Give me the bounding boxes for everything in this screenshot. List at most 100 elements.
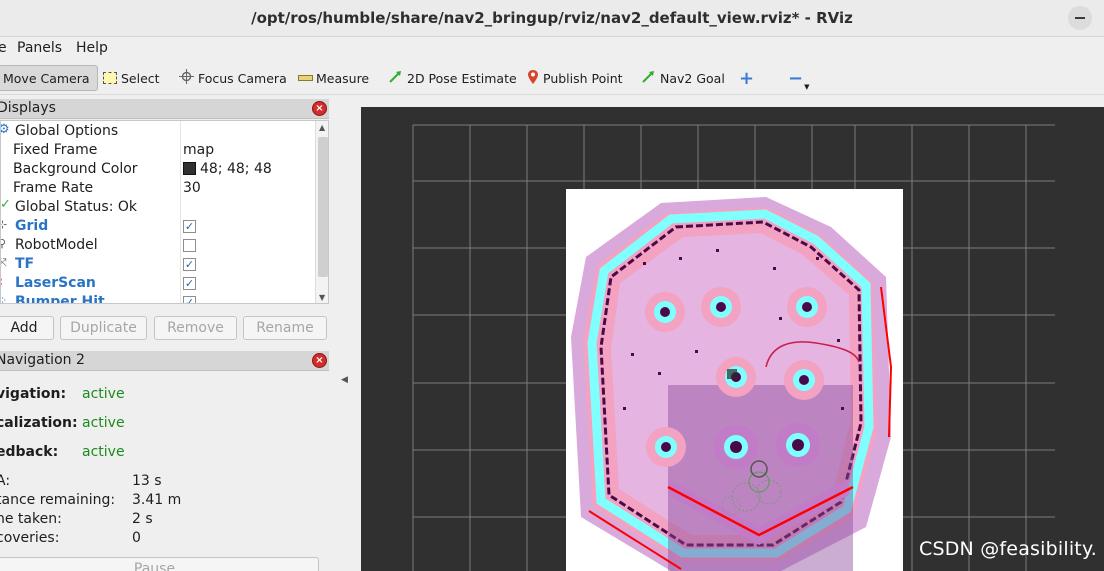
close-icon[interactable]: ×	[312, 353, 327, 368]
background-color-text: 48; 48; 48	[200, 161, 272, 177]
measure-label: Measure	[316, 70, 370, 86]
minimize-button[interactable]	[1068, 6, 1092, 30]
minimize-icon	[1075, 17, 1085, 19]
focus-camera-icon	[179, 69, 194, 87]
nav2-goal-label: Nav2 Goal	[660, 70, 725, 86]
add-display-button[interactable]: Add	[0, 316, 54, 340]
bumper-hit-checkbox[interactable]: ✓	[183, 296, 196, 303]
time-taken-value: 2 s	[132, 511, 153, 527]
recoveries-value: 0	[132, 530, 141, 546]
gear-icon: ⚙	[1, 122, 10, 137]
tf-icon: ⤧	[1, 256, 7, 270]
navigation-panel-header: Navigation 2 ×	[0, 351, 329, 371]
green-arrow-icon	[641, 69, 656, 87]
publish-point-tool[interactable]: Publish Point	[527, 65, 623, 91]
recoveries-label: coveries:	[0, 530, 60, 546]
menu-panels[interactable]: Panels	[17, 40, 62, 56]
tree-row-tf[interactable]: ⤧ TF ✓	[1, 255, 315, 274]
rename-button[interactable]: Rename	[243, 316, 327, 340]
tree-row-robotmodel[interactable]: ⚲ RobotModel	[1, 236, 315, 255]
green-arrow-icon	[388, 69, 403, 87]
focus-camera-label: Focus Camera	[198, 70, 287, 86]
laserscan-checkbox[interactable]: ✓	[183, 277, 196, 290]
tree-row-global-status[interactable]: ✓ Global Status: Ok	[1, 197, 315, 217]
robotmodel-checkbox[interactable]	[183, 239, 196, 252]
ruler-icon	[298, 75, 313, 81]
window-title: /opt/ros/humble/share/nav2_bringup/rviz/…	[251, 9, 853, 27]
toolbar: Move Camera Select Focus Camera Measure …	[0, 61, 1104, 95]
pause-button[interactable]: Pause	[0, 557, 319, 571]
displays-scrollbar[interactable]: ▲ ▼	[315, 121, 328, 303]
fixed-frame-value[interactable]: map	[183, 142, 214, 158]
grid-icon: ⊹	[1, 218, 7, 231]
tree-label: Background Color	[13, 161, 138, 177]
close-icon[interactable]: ×	[312, 101, 327, 116]
menu-bar: e Panels Help	[0, 37, 1104, 61]
move-camera-tool[interactable]: Move Camera	[0, 65, 98, 91]
tree-row-fixed-frame[interactable]: Fixed Frame map	[1, 141, 315, 160]
background-color-value[interactable]: 48; 48; 48	[183, 161, 272, 177]
collapse-arrow-icon[interactable]: ◀	[341, 375, 348, 385]
tree-row-bumper-hit[interactable]: ⁘ Bumper Hit ✓	[1, 293, 315, 304]
move-camera-label: Move Camera	[3, 70, 90, 86]
eta-value: 13 s	[132, 473, 162, 489]
time-taken-label: ne taken:	[0, 511, 62, 527]
navigation-status-label: vigation:	[0, 386, 67, 402]
navigation-title: Navigation 2	[0, 352, 85, 368]
title-bar: /opt/ros/humble/share/nav2_bringup/rviz/…	[0, 0, 1104, 37]
bumper-icon: ⁘	[1, 294, 7, 303]
map-pin-icon	[527, 69, 539, 88]
watermark-text: CSDN @feasibility.	[919, 538, 1097, 560]
menu-help[interactable]: Help	[76, 40, 108, 56]
scroll-down-icon[interactable]: ▼	[319, 293, 325, 302]
select-icon	[103, 72, 117, 84]
localization-status-label: calization:	[0, 415, 78, 431]
frame-rate-value[interactable]: 30	[183, 180, 201, 196]
tree-row-grid[interactable]: ⊹ Grid ✓	[1, 217, 315, 236]
scroll-up-icon[interactable]: ▲	[319, 123, 325, 132]
remove-button[interactable]: Remove	[154, 316, 237, 340]
tree-label: Bumper Hit	[15, 294, 105, 304]
feedback-status-label: edback:	[0, 444, 59, 460]
tree-label: LaserScan	[15, 275, 96, 291]
duplicate-button[interactable]: Duplicate	[60, 316, 147, 340]
tree-label: TF	[15, 256, 35, 272]
robot-icon: ⚲	[1, 237, 6, 250]
map-render	[412, 124, 1055, 571]
tree-row-frame-rate[interactable]: Frame Rate 30	[1, 179, 315, 198]
color-swatch	[183, 162, 196, 175]
pose-estimate-tool[interactable]: 2D Pose Estimate	[388, 65, 517, 91]
tree-label: Fixed Frame	[13, 142, 98, 158]
menu-file[interactable]: e	[0, 40, 7, 56]
tree-label: Global Status: Ok	[15, 199, 138, 215]
plus-icon: +	[739, 67, 755, 89]
rviz-3d-viewport[interactable]	[361, 107, 1104, 571]
displays-title: Displays	[0, 100, 56, 116]
minus-icon: −	[788, 67, 804, 89]
displays-tree: ⚙ Global Options Fixed Frame map Backgro…	[0, 120, 329, 304]
pose-estimate-label: 2D Pose Estimate	[407, 70, 517, 86]
add-tool-button[interactable]: +	[739, 65, 754, 91]
focus-camera-tool[interactable]: Focus Camera	[179, 65, 287, 91]
nav2-goal-tool[interactable]: Nav2 Goal	[641, 65, 725, 91]
distance-remaining-label: tance remaining:	[0, 492, 116, 508]
displays-panel-header: Displays ×	[0, 99, 329, 119]
tree-row-background-color[interactable]: Background Color 48; 48; 48	[1, 160, 315, 179]
select-tool[interactable]: Select	[103, 65, 160, 91]
tf-checkbox[interactable]: ✓	[183, 258, 196, 271]
measure-tool[interactable]: Measure	[298, 65, 369, 91]
scrollbar-thumb[interactable]	[318, 137, 328, 277]
remove-tool-button[interactable]: − ▼	[788, 65, 810, 92]
tree-row-laserscan[interactable]: ⌇ LaserScan ✓	[1, 274, 315, 293]
localization-status-value: active	[82, 415, 125, 431]
tree-label: RobotModel	[15, 237, 98, 253]
navigation-status-value: active	[82, 386, 125, 402]
grid-checkbox[interactable]: ✓	[183, 220, 196, 233]
publish-point-label: Publish Point	[543, 70, 623, 86]
tree-label: Grid	[15, 218, 49, 234]
tree-label: Global Options	[15, 123, 119, 139]
tree-row-global-options[interactable]: ⚙ Global Options	[1, 122, 315, 141]
chevron-down-icon: ▼	[804, 83, 810, 91]
distance-remaining-value: 3.41 m	[132, 492, 182, 508]
tree-label: Frame Rate	[13, 180, 94, 196]
